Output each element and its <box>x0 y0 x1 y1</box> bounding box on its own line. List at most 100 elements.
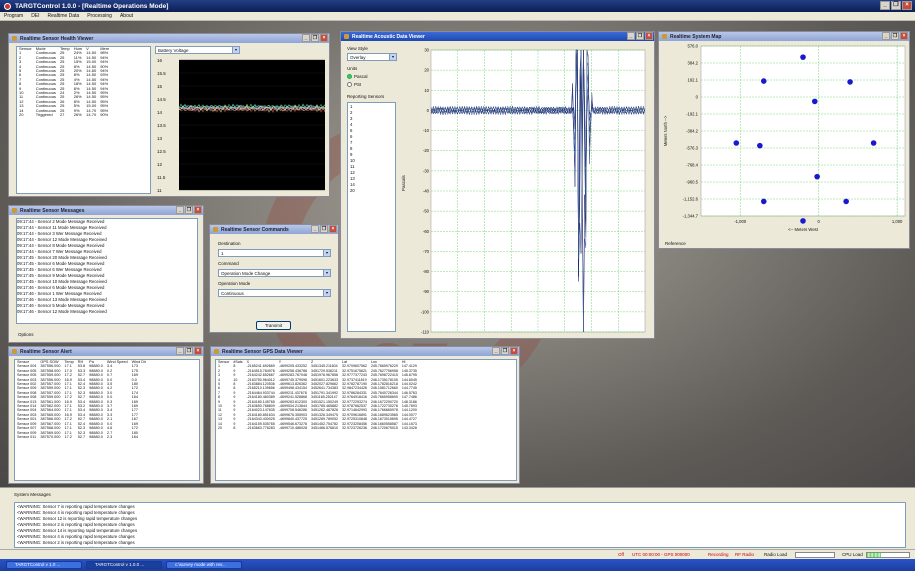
close-icon[interactable]: × <box>194 206 202 214</box>
y-tick-label: 12 <box>157 162 163 167</box>
restore-icon[interactable]: ❐ <box>891 32 899 40</box>
restore-icon[interactable]: ❐ <box>891 1 901 10</box>
minimize-icon[interactable]: _ <box>311 225 319 233</box>
restore-icon[interactable]: ❐ <box>501 347 509 355</box>
menu-processing[interactable]: Processing <box>87 13 112 19</box>
system-messages-list[interactable]: <WARNING: Sensor 7 is reporting rapid te… <box>14 502 906 548</box>
table-cell: 387559.000 <box>40 395 61 400</box>
close-icon[interactable]: × <box>902 1 912 10</box>
close-icon[interactable]: × <box>329 225 337 233</box>
y-tick-label: -90 <box>423 289 430 294</box>
x-tick-label: 1,000 <box>892 219 903 224</box>
gps-viewer-titlebar[interactable]: Realtime Sensor GPS Data Viewer _ ❐ × <box>211 347 519 356</box>
system-messages-label: System Messages <box>14 492 51 497</box>
restore-icon[interactable]: ❐ <box>311 34 319 42</box>
minimize-icon[interactable]: _ <box>882 32 890 40</box>
close-icon[interactable]: × <box>900 32 908 40</box>
x-axis-label: <-- Meters West <box>788 227 819 232</box>
minimize-icon[interactable]: _ <box>302 34 310 42</box>
transmit-button[interactable]: Transmit <box>256 321 291 330</box>
restore-icon[interactable]: ❐ <box>636 32 644 40</box>
table-cell: 387568.000 <box>40 426 61 431</box>
destination-select[interactable]: 1 ▾ <box>218 249 331 257</box>
reporting-sensor-item[interactable]: 20 <box>350 188 393 194</box>
system-message-item[interactable]: <WARNING: Sensor 3 is reporting rapid te… <box>17 546 903 547</box>
reporting-sensors-list[interactable]: 1 2 3 4 5 6 7 8 9 10 11 12 13 14 20 <box>347 102 396 332</box>
table-cell: 27 <box>59 112 65 118</box>
unit-psi-radio[interactable]: PSI <box>347 82 361 88</box>
table-cell: 20 <box>19 112 24 118</box>
table-row[interactable]: 3 9 -2164242.652667 -4699283.767048 3451976.… <box>216 373 419 377</box>
commands-window: Realtime Sensor Commands _ ❐ × Destination… <box>209 224 339 333</box>
table-cell: 52.7 <box>77 434 86 439</box>
acoustic-viewer-titlebar[interactable]: Realtime Acoustic Data Viewer _ ❐ × <box>341 32 654 41</box>
table-cell: 3451466.576810 <box>310 426 338 431</box>
sensor-alert-table[interactable]: Sensor GPS SOW Temp RH Pa Wind Speed Wind Dir S… <box>14 359 200 481</box>
sensor-marker <box>847 79 853 85</box>
minimize-icon[interactable]: _ <box>492 347 500 355</box>
table-row[interactable]: Sensor 011 387570.000 17.2 52.7 98880.0 2.3 16… <box>15 435 148 439</box>
minimize-icon[interactable]: _ <box>627 32 635 40</box>
message-item[interactable]: 09:17:46 - Sensor 12 Mode Message Receiv… <box>17 309 197 315</box>
y-tick-label: 14.5 <box>157 97 166 102</box>
menu-program[interactable]: Program <box>4 13 23 19</box>
health-viewer-titlebar[interactable]: Realtime Sensor Health Viewer _ ❐ × <box>9 34 329 43</box>
messages-list[interactable]: 09:17:44 - Sensor 2 Mode Message Receive… <box>16 218 198 324</box>
system-map-chart[interactable]: 576.0 384.2 192.1 0 -192.1 -384.2 -576.3 -768.4… <box>659 42 910 238</box>
system-messages-panel: System Messages <WARNING: Sensor 7 is re… <box>0 487 915 549</box>
unit-pascal-radio[interactable]: Pascal <box>347 74 368 80</box>
messages-titlebar[interactable]: Realtime Sensor Messages _ ❐ × <box>9 206 203 215</box>
sensor-alert-window: Realtime Sensor Alert _ ❐ × Sensor GPS SOW T… <box>8 346 204 484</box>
command-select[interactable]: Operation Mode Change ▾ <box>218 269 331 277</box>
menu-about[interactable]: About <box>120 13 133 19</box>
table-cell: 245.7665958690 <box>370 395 398 400</box>
commands-titlebar[interactable]: Realtime Sensor Commands _ ❐ × <box>210 225 338 234</box>
restore-icon[interactable]: ❐ <box>185 206 193 214</box>
menu-realtime-data[interactable]: Realtime Data <box>48 13 80 19</box>
operation-mode-select[interactable]: Continuous ▾ <box>218 289 331 297</box>
y-tick-label: 15 <box>157 84 163 89</box>
y-tick-label: 11.5 <box>157 175 166 180</box>
status-time: UTC 00:00:00 - GPS 000000 <box>632 552 690 557</box>
sensor-marker <box>811 98 818 105</box>
table-cell: -4699241.528868 <box>278 395 307 400</box>
y-tick-label: 16 <box>157 58 163 63</box>
table-row[interactable]: 8 9 -2164180.460389 -4699241.528868 3451165.… <box>216 395 419 399</box>
table-cell: 164 <box>131 434 138 439</box>
table-cell: -2164180.460389 <box>246 395 275 400</box>
close-icon[interactable]: × <box>320 34 328 42</box>
y-tick-label: 13.5 <box>157 123 166 128</box>
minimize-icon[interactable]: _ <box>880 1 890 10</box>
system-map-titlebar[interactable]: Realtime System Map _ ❐ × <box>659 32 909 41</box>
health-table[interactable]: Sensor Mode Temp Hum V Mem 1 Continuous 25 24% 14.… <box>16 46 151 194</box>
table-cell: 146.6795 <box>401 373 417 378</box>
gps-table[interactable]: Sensor #Sats X Y Z Lat Lon Ht 1 8 -2165241.692669-… <box>215 359 517 481</box>
minimize-icon[interactable]: _ <box>176 347 184 355</box>
health-metric-select[interactable]: Battery Voltage ▾ <box>155 46 240 54</box>
y-tick-label: -110 <box>421 330 430 335</box>
table-row[interactable]: 20 Triggered 27 26% 14.70 90% <box>17 112 111 118</box>
restore-icon[interactable]: ❐ <box>185 347 193 355</box>
sensor-marker <box>757 142 763 149</box>
window-icon <box>214 349 219 354</box>
sensor-alert-titlebar[interactable]: Realtime Sensor Alert _ ❐ × <box>9 347 203 356</box>
status-bar: Off UTC 00:00:00 - GPS 000000 Recording … <box>0 549 915 559</box>
close-icon[interactable]: × <box>194 347 202 355</box>
close-icon[interactable]: × <box>645 32 653 40</box>
sensor-marker <box>800 218 806 224</box>
y-tick-label: -60 <box>423 229 430 234</box>
y-tick-label: -192.1 <box>686 112 699 117</box>
y-tick-label: 14 <box>157 110 163 115</box>
restore-icon[interactable]: ❐ <box>320 225 328 233</box>
view-style-select[interactable]: Overlay ▾ <box>347 53 397 61</box>
taskbar-item[interactable]: TARGTControl v 1.0 ... <box>6 561 82 569</box>
taskbar-item[interactable]: TARGTControl v 1.0.0 ... <box>86 561 162 569</box>
taskbar-item[interactable]: c:\survey mode with rev... <box>166 561 242 569</box>
options-label[interactable]: Options <box>18 332 34 337</box>
table-cell: 17.2 <box>64 434 72 439</box>
close-icon[interactable]: × <box>510 347 518 355</box>
menu-dei[interactable]: DEI <box>31 13 39 19</box>
table-cell: 26% <box>73 112 82 118</box>
minimize-icon[interactable]: _ <box>176 206 184 214</box>
table-row[interactable]: 20 8 -2163663.776283 -4699710.486028 3451466… <box>216 426 419 430</box>
